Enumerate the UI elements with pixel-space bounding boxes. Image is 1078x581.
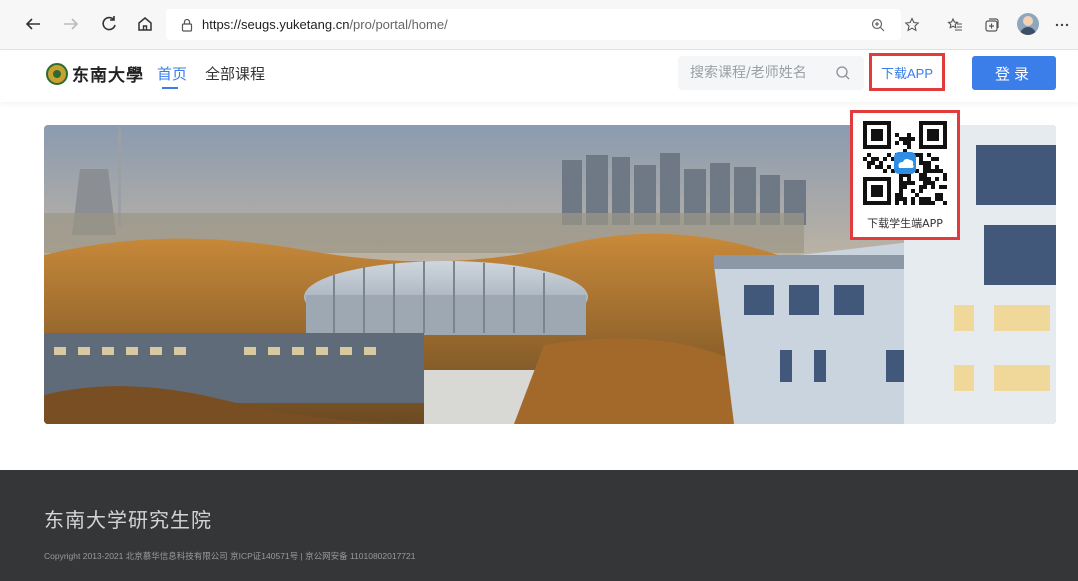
back-icon[interactable] — [20, 11, 46, 37]
profile-avatar[interactable] — [1017, 13, 1039, 35]
search-box — [678, 56, 864, 90]
nav-all-courses[interactable]: 全部课程 — [205, 63, 265, 84]
refresh-icon[interactable] — [96, 11, 122, 37]
search-icon[interactable] — [835, 65, 851, 81]
collections-icon[interactable] — [980, 13, 1004, 37]
search-input[interactable] — [690, 63, 830, 83]
login-button[interactable]: 登录 — [972, 56, 1056, 90]
download-app-link[interactable]: 下载APP — [869, 53, 945, 91]
university-seal-icon — [46, 62, 68, 85]
home-icon[interactable] — [132, 11, 158, 37]
url-host: https://seugs.yuketang.cn — [202, 17, 350, 32]
favorites-icon[interactable] — [943, 13, 967, 37]
browser-toolbar: https://seugs.yuketang.cn/pro/portal/hom… — [0, 0, 1078, 50]
university-logo[interactable]: 东南大學 — [46, 61, 144, 86]
footer-title: 东南大学研究生院 — [44, 508, 212, 532]
qr-code-popup: 下载学生端APP — [850, 110, 960, 240]
site-header: 东南大學 首页 全部课程 下载APP 登录 — [0, 50, 1078, 102]
footer-copyright: Copyright 2013-2021 北京慕华信息科技有限公司 京ICP证14… — [44, 551, 416, 561]
qr-caption: 下载学生端APP — [867, 217, 943, 230]
address-bar[interactable]: https://seugs.yuketang.cn/pro/portal/hom… — [166, 9, 901, 40]
nav-home[interactable]: 首页 — [157, 63, 187, 84]
nav-active-indicator — [162, 87, 178, 89]
forward-icon[interactable] — [58, 11, 84, 37]
lock-icon — [181, 18, 193, 32]
url-path: /pro/portal/home/ — [349, 17, 448, 32]
qr-code-image — [863, 121, 947, 205]
more-icon[interactable] — [1050, 13, 1074, 37]
logo-text: 东南大學 — [72, 66, 144, 86]
site-footer: 东南大学研究生院 Copyright 2013-2021 北京慕华信息科技有限公… — [0, 470, 1078, 581]
favorite-add-icon[interactable] — [900, 13, 924, 37]
zoom-icon[interactable] — [866, 13, 890, 37]
